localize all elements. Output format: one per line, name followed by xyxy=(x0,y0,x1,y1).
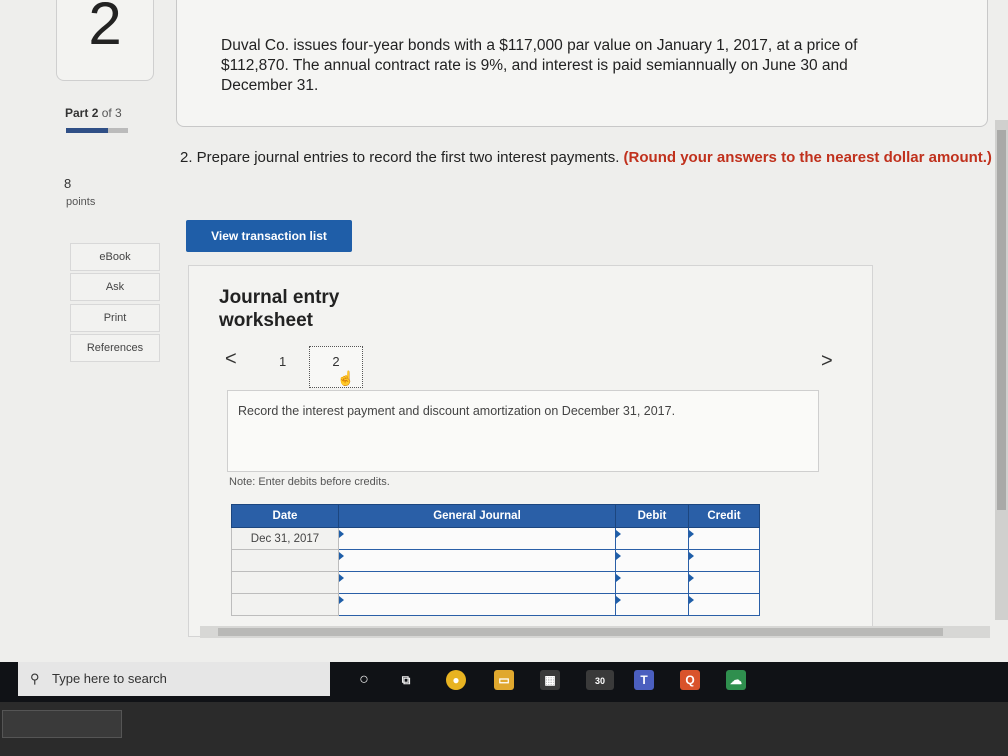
vertical-scrollbar[interactable] xyxy=(995,120,1008,620)
chrome-icon[interactable]: ● xyxy=(446,670,466,690)
points-value: 8 xyxy=(64,176,72,191)
header-date: Date xyxy=(231,504,339,528)
points-label: points xyxy=(66,196,96,208)
cloud-app-icon[interactable]: ☁ xyxy=(726,670,746,690)
mail-icon[interactable]: 30 xyxy=(586,670,614,690)
instruction: 2. Prepare journal entries to record the… xyxy=(180,148,996,167)
debit-input[interactable] xyxy=(615,571,689,594)
prev-page-button[interactable]: < xyxy=(225,348,237,371)
desk-surface xyxy=(0,702,1008,756)
date-cell: Dec 31, 2017 xyxy=(231,527,339,550)
table-row xyxy=(231,593,760,616)
entry-description: Record the interest payment and discount… xyxy=(238,404,676,418)
worksheet-title: Journal entry worksheet xyxy=(219,287,340,331)
vertical-scrollbar-thumb[interactable] xyxy=(997,130,1006,510)
general-journal-input[interactable] xyxy=(338,549,616,572)
journal-entry-worksheet: Journal entry worksheet < 1 2 ☝ > Record… xyxy=(188,265,873,637)
page-2-button[interactable]: 2 xyxy=(309,346,363,388)
cortana-icon[interactable]: ○ xyxy=(354,670,374,690)
next-page-button[interactable]: > xyxy=(821,350,833,373)
page-2-label: 2 xyxy=(332,354,340,369)
part-current: 2 xyxy=(91,106,99,120)
header-credit: Credit xyxy=(688,504,760,528)
instruction-text: 2. Prepare journal entries to record the… xyxy=(180,149,620,166)
references-button[interactable]: References xyxy=(70,334,160,362)
credit-input[interactable] xyxy=(688,549,760,572)
table-row xyxy=(231,571,760,594)
task-view-icon[interactable]: ⧉ xyxy=(396,670,416,690)
credit-input[interactable] xyxy=(688,571,760,594)
mail-badge: 30 xyxy=(594,676,605,686)
browser-viewport: 2 Part 2 of 3 8 points eBook Ask Print R… xyxy=(0,0,1008,662)
quicken-icon[interactable]: Q xyxy=(680,670,700,690)
journal-table: Date General Journal Debit Credit Dec 31… xyxy=(231,504,760,616)
debit-input[interactable] xyxy=(615,593,689,616)
horizontal-scrollbar-thumb[interactable] xyxy=(218,628,943,636)
search-icon: ⚲ xyxy=(30,671,40,686)
horizontal-scrollbar[interactable] xyxy=(200,626,990,638)
date-cell xyxy=(231,571,339,594)
date-cell xyxy=(231,593,339,616)
instruction-emphasis: (Round your answers to the nearest dolla… xyxy=(623,149,992,166)
taskbar-search[interactable]: ⚲ Type here to search xyxy=(18,662,330,696)
print-button[interactable]: Print xyxy=(70,304,160,332)
table-row: Dec 31, 2017 xyxy=(231,527,760,550)
file-explorer-icon[interactable]: ▭ xyxy=(494,670,514,690)
header-debit: Debit xyxy=(615,504,689,528)
ebook-button[interactable]: eBook xyxy=(70,243,160,271)
search-placeholder: Type here to search xyxy=(52,671,167,686)
store-icon[interactable]: ▦ xyxy=(540,670,560,690)
debit-input[interactable] xyxy=(615,549,689,572)
hand-cursor-icon: ☝ xyxy=(337,370,355,386)
table-row xyxy=(231,549,760,572)
ask-button[interactable]: Ask xyxy=(70,273,160,301)
part-label: Part xyxy=(65,106,89,120)
general-journal-input[interactable] xyxy=(338,527,616,550)
laptop-sticker xyxy=(2,710,122,738)
credit-input[interactable] xyxy=(688,527,760,550)
header-general-journal: General Journal xyxy=(338,504,616,528)
credit-input[interactable] xyxy=(688,593,760,616)
part-indicator: Part 2 of 3 xyxy=(65,106,122,120)
page-1-button[interactable]: 1 xyxy=(279,354,286,369)
journal-header-row: Date General Journal Debit Credit xyxy=(231,504,760,528)
problem-statement: Duval Co. issues four-year bonds with a … xyxy=(221,37,858,94)
general-journal-input[interactable] xyxy=(338,571,616,594)
teams-icon[interactable]: T xyxy=(634,670,654,690)
question-number: 2 xyxy=(56,0,154,81)
debits-note: Note: Enter debits before credits. xyxy=(229,476,390,488)
debit-input[interactable] xyxy=(615,527,689,550)
part-progress-fill xyxy=(66,128,108,133)
view-transaction-list-button[interactable]: View transaction list xyxy=(186,220,352,252)
general-journal-input[interactable] xyxy=(338,593,616,616)
windows-taskbar: ⚲ Type here to search ○ ⧉ ● ▭ ▦ 30 T Q ☁ xyxy=(0,662,1008,702)
part-total: of 3 xyxy=(101,106,122,120)
problem-statement-box: Duval Co. issues four-year bonds with a … xyxy=(176,0,988,127)
date-cell xyxy=(231,549,339,572)
entry-description-box: Record the interest payment and discount… xyxy=(227,390,819,472)
part-progress-bar xyxy=(66,128,128,133)
